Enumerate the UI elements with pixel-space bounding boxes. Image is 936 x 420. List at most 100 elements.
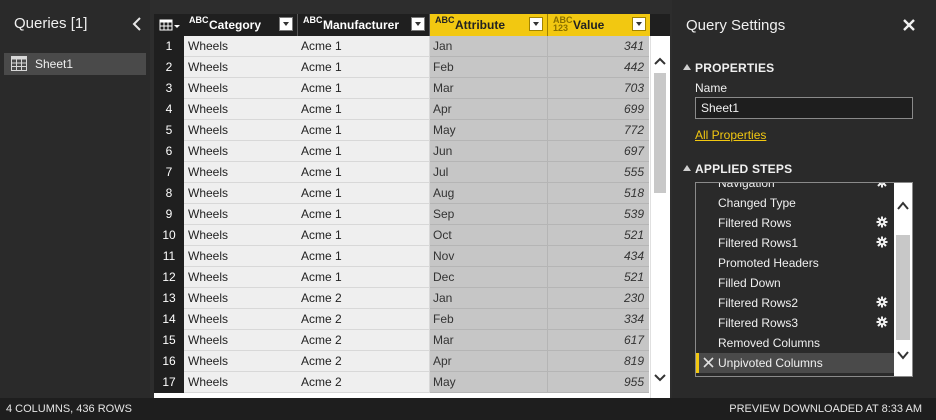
cell-value[interactable]: 703 xyxy=(548,78,649,99)
column-header-category[interactable]: ABC Category xyxy=(184,14,298,36)
cell-manufacturer[interactable]: Acme 1 xyxy=(298,120,430,141)
query-item-sheet1[interactable]: Sheet1 xyxy=(4,53,146,75)
row-number[interactable]: 15 xyxy=(154,330,184,351)
cell-value[interactable]: 699 xyxy=(548,99,649,120)
cell-value[interactable]: 230 xyxy=(548,288,649,309)
table-row[interactable]: 16 Wheels Acme 2 Apr 819 xyxy=(154,351,650,372)
row-number[interactable]: 13 xyxy=(154,288,184,309)
cell-manufacturer[interactable]: Acme 1 xyxy=(298,225,430,246)
cell-value[interactable]: 697 xyxy=(548,141,649,162)
any-type-icon[interactable]: ABC 123 xyxy=(553,16,573,34)
row-number[interactable]: 2 xyxy=(154,57,184,78)
applied-step[interactable]: Filtered Rows2 xyxy=(696,293,894,313)
filter-dropdown-button[interactable] xyxy=(411,17,425,31)
cell-category[interactable]: Wheels xyxy=(184,36,302,57)
collapse-caret-icon[interactable] xyxy=(683,64,691,70)
cell-attribute[interactable]: Mar xyxy=(430,330,548,351)
text-type-icon[interactable]: ABC xyxy=(303,16,323,34)
table-row[interactable]: 10 Wheels Acme 1 Oct 521 xyxy=(154,225,650,246)
cell-value[interactable]: 518 xyxy=(548,183,649,204)
table-row[interactable]: 4 Wheels Acme 1 Apr 699 xyxy=(154,99,650,120)
gear-icon[interactable] xyxy=(876,296,888,308)
cell-category[interactable]: Wheels xyxy=(184,372,302,393)
applied-step[interactable]: Filtered Rows xyxy=(696,213,894,233)
cell-value[interactable]: 772 xyxy=(548,120,649,141)
cell-manufacturer[interactable]: Acme 1 xyxy=(298,141,430,162)
table-row[interactable]: 11 Wheels Acme 1 Nov 434 xyxy=(154,246,650,267)
cell-category[interactable]: Wheels xyxy=(184,309,302,330)
applied-step[interactable]: Filtered Rows3 xyxy=(696,313,894,333)
cell-attribute[interactable]: Feb xyxy=(430,309,548,330)
table-row[interactable]: 17 Wheels Acme 2 May 955 xyxy=(154,372,650,393)
cell-attribute[interactable]: Nov xyxy=(430,246,548,267)
row-number[interactable]: 5 xyxy=(154,120,184,141)
cell-category[interactable]: Wheels xyxy=(184,246,302,267)
row-number[interactable]: 8 xyxy=(154,183,184,204)
grid-vertical-scrollbar[interactable] xyxy=(650,36,670,398)
table-row[interactable]: 12 Wheels Acme 1 Dec 521 xyxy=(154,267,650,288)
steps-vertical-scrollbar[interactable] xyxy=(894,183,912,376)
cell-manufacturer[interactable]: Acme 2 xyxy=(298,351,430,372)
close-settings-button[interactable] xyxy=(902,18,916,32)
row-number[interactable]: 12 xyxy=(154,267,184,288)
cell-value[interactable]: 819 xyxy=(548,351,649,372)
cell-value[interactable]: 521 xyxy=(548,267,649,288)
cell-attribute[interactable]: May xyxy=(430,372,548,393)
cell-category[interactable]: Wheels xyxy=(184,225,302,246)
cell-attribute[interactable]: Jun xyxy=(430,141,548,162)
cell-value[interactable]: 341 xyxy=(548,36,649,57)
row-number[interactable]: 10 xyxy=(154,225,184,246)
cell-attribute[interactable]: May xyxy=(430,120,548,141)
row-number[interactable]: 9 xyxy=(154,204,184,225)
column-header-value[interactable]: ABC 123 Value xyxy=(548,14,650,36)
cell-category[interactable]: Wheels xyxy=(184,99,302,120)
cell-attribute[interactable]: Apr xyxy=(430,99,548,120)
cell-attribute[interactable]: Jan xyxy=(430,36,548,57)
cell-value[interactable]: 617 xyxy=(548,330,649,351)
cell-value[interactable]: 539 xyxy=(548,204,649,225)
cell-manufacturer[interactable]: Acme 1 xyxy=(298,246,430,267)
row-number[interactable]: 11 xyxy=(154,246,184,267)
applied-step[interactable]: Changed Type xyxy=(696,193,894,213)
gear-icon[interactable] xyxy=(876,183,888,188)
table-row[interactable]: 1 Wheels Acme 1 Jan 341 xyxy=(154,36,650,57)
cell-category[interactable]: Wheels xyxy=(184,141,302,162)
table-row[interactable]: 13 Wheels Acme 2 Jan 230 xyxy=(154,288,650,309)
row-number[interactable]: 6 xyxy=(154,141,184,162)
cell-attribute[interactable]: Dec xyxy=(430,267,548,288)
cell-manufacturer[interactable]: Acme 1 xyxy=(298,99,430,120)
table-row[interactable]: 8 Wheels Acme 1 Aug 518 xyxy=(154,183,650,204)
cell-manufacturer[interactable]: Acme 2 xyxy=(298,372,430,393)
applied-step[interactable]: Filled Down xyxy=(696,273,894,293)
cell-attribute[interactable]: Aug xyxy=(430,183,548,204)
filter-dropdown-button[interactable] xyxy=(529,17,543,31)
applied-step[interactable]: Promoted Headers xyxy=(696,253,894,273)
cell-category[interactable]: Wheels xyxy=(184,183,302,204)
applied-step[interactable]: Removed Columns xyxy=(696,333,894,353)
cell-value[interactable]: 955 xyxy=(548,372,649,393)
table-row[interactable]: 2 Wheels Acme 1 Feb 442 xyxy=(154,57,650,78)
table-row[interactable]: 6 Wheels Acme 1 Jun 697 xyxy=(154,141,650,162)
table-row[interactable]: 9 Wheels Acme 1 Sep 539 xyxy=(154,204,650,225)
cell-category[interactable]: Wheels xyxy=(184,78,302,99)
applied-step[interactable]: Unpivoted Columns xyxy=(696,353,894,373)
cell-value[interactable]: 434 xyxy=(548,246,649,267)
gear-icon[interactable] xyxy=(876,216,888,228)
cell-value[interactable]: 442 xyxy=(548,57,649,78)
cell-attribute[interactable]: Feb xyxy=(430,57,548,78)
cell-category[interactable]: Wheels xyxy=(184,204,302,225)
row-number[interactable]: 14 xyxy=(154,309,184,330)
cell-manufacturer[interactable]: Acme 1 xyxy=(298,162,430,183)
cell-manufacturer[interactable]: Acme 1 xyxy=(298,36,430,57)
cell-value[interactable]: 334 xyxy=(548,309,649,330)
cell-category[interactable]: Wheels xyxy=(184,120,302,141)
cell-attribute[interactable]: Sep xyxy=(430,204,548,225)
cell-category[interactable]: Wheels xyxy=(184,162,302,183)
gear-icon[interactable] xyxy=(876,236,888,248)
all-properties-link[interactable]: All Properties xyxy=(695,128,766,142)
cell-manufacturer[interactable]: Acme 2 xyxy=(298,309,430,330)
row-number[interactable]: 16 xyxy=(154,351,184,372)
row-number[interactable]: 7 xyxy=(154,162,184,183)
column-header-attribute[interactable]: ABC Attribute xyxy=(430,14,548,36)
scroll-down-icon[interactable] xyxy=(653,370,667,382)
